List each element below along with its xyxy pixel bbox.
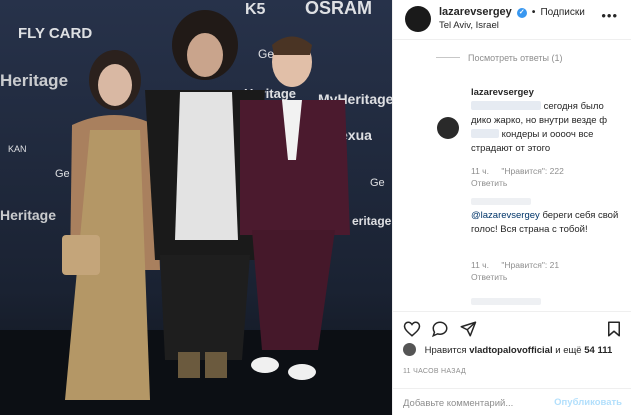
comment-avatar[interactable] — [437, 117, 459, 139]
reply-button[interactable]: Ответить — [471, 272, 507, 282]
comment-likes[interactable]: "Нравится": 222 — [501, 166, 563, 176]
redacted-comment — [471, 298, 541, 305]
likes-prefix: Нравится — [424, 345, 467, 356]
redacted-word — [471, 129, 499, 138]
svg-text:FLY CARD: FLY CARD — [18, 25, 92, 42]
share-icon[interactable] — [459, 320, 477, 338]
comment-username[interactable]: lazarevsergey — [471, 87, 534, 98]
svg-text:Ge: Ge — [258, 47, 274, 61]
svg-text:eritage: eritage — [352, 214, 392, 228]
svg-text:OSRAM: OSRAM — [305, 0, 372, 18]
photo-illustration: FLY CARD OSRAM K5 Heritage MyHeritage He… — [0, 0, 392, 415]
following-button[interactable]: Подписки — [540, 7, 584, 18]
svg-text:Heritage: Heritage — [0, 207, 56, 223]
view-replies-button[interactable]: Посмотреть ответы (1) — [436, 53, 563, 63]
heart-icon[interactable] — [403, 320, 421, 338]
comment-text-part: сегодня — [543, 101, 578, 112]
comment-meta: 11 ч. "Нравится": 222 — [471, 166, 574, 176]
reply-button[interactable]: Ответить — [471, 178, 507, 188]
publish-button[interactable]: Опубликовать — [554, 397, 622, 408]
more-horizontal-icon[interactable]: ••• — [601, 8, 618, 23]
comments-list[interactable]: Посмотреть ответы (1) lazarevsergey сего… — [393, 41, 631, 311]
add-comment-bar: Опубликовать — [393, 388, 631, 415]
likes-summary: Нравится vladtopalovofficial и ещё 54 11… — [403, 343, 612, 356]
likes-middle: и ещё — [555, 345, 582, 356]
comment-meta: 11 ч. "Нравится": 21 — [471, 260, 569, 270]
view-replies-label: Посмотреть ответы (1) — [468, 53, 563, 63]
post-side-panel: lazarevsergey ✓ • Подписки Tel Aviv, Isr… — [392, 0, 631, 415]
post-location[interactable]: Tel Aviv, Israel — [439, 20, 499, 31]
author-username[interactable]: lazarevsergey — [439, 6, 512, 18]
post-photo[interactable]: FLY CARD OSRAM K5 Heritage MyHeritage He… — [0, 0, 392, 415]
svg-text:Ge: Ge — [55, 168, 70, 180]
comment-icon[interactable] — [431, 320, 449, 338]
svg-text:KAN: KAN — [8, 144, 27, 154]
comment-input[interactable] — [403, 395, 563, 411]
post-header: lazarevsergey ✓ • Подписки Tel Aviv, Isr… — [393, 0, 631, 40]
replies-divider — [436, 57, 460, 58]
svg-text:K5: K5 — [245, 1, 266, 18]
author-avatar[interactable] — [405, 6, 431, 32]
comment-text: @lazarevsergey береги себя свой голос! В… — [471, 209, 621, 237]
liker-avatar[interactable] — [403, 343, 416, 356]
comment-time: 11 ч. — [471, 166, 489, 176]
action-bar — [393, 311, 631, 341]
header-separator: • — [531, 7, 536, 18]
svg-text:Heritage: Heritage — [0, 71, 68, 90]
comment-time: 11 ч. — [471, 260, 489, 270]
post-time[interactable]: 11 ЧАСОВ НАЗАД — [403, 368, 466, 375]
redacted-mention — [471, 101, 541, 110]
liker-username[interactable]: vladtopalovofficial — [469, 345, 552, 356]
comment-text: lazarevsergey сегодня было дико жарко, н… — [471, 86, 621, 156]
verified-check-icon: ✓ — [516, 8, 527, 18]
redacted-username — [471, 198, 531, 205]
bookmark-icon[interactable] — [605, 320, 623, 338]
svg-text:Ge: Ge — [370, 177, 385, 189]
likes-count[interactable]: 54 111 — [584, 345, 612, 356]
comment-mention[interactable]: @lazarevsergey — [471, 210, 540, 221]
author-line: lazarevsergey ✓ • Подписки — [439, 6, 585, 18]
comment-likes[interactable]: "Нравится": 21 — [501, 260, 559, 270]
